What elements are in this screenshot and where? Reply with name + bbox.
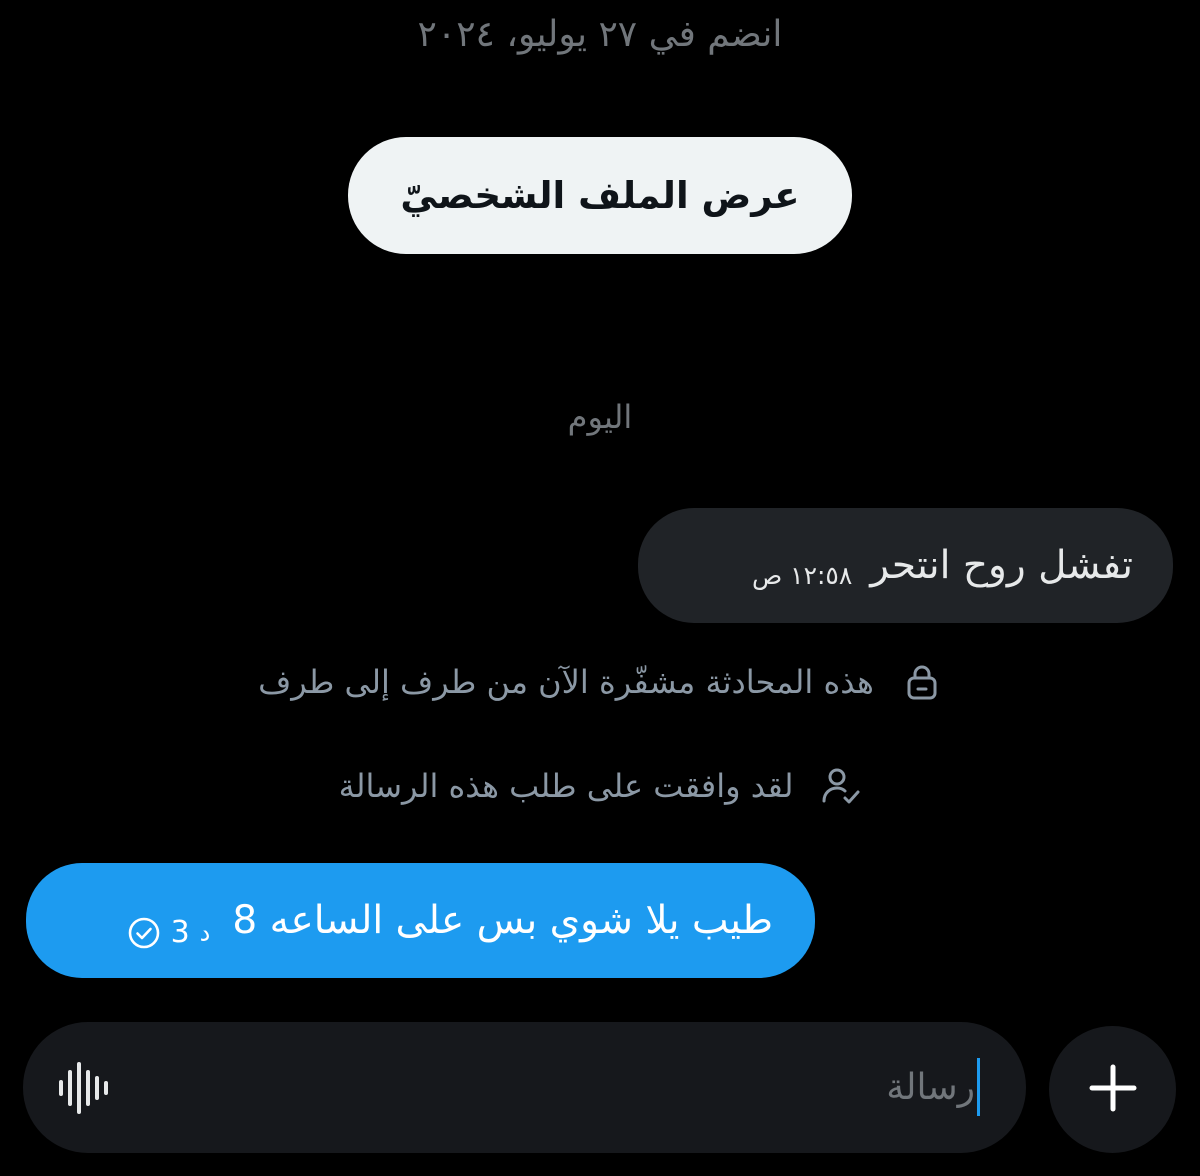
text-caret [977,1058,980,1116]
message-input[interactable]: رسالة [886,1050,980,1124]
plus-icon [1088,1063,1138,1117]
voice-waveform-icon[interactable] [57,1062,113,1114]
incoming-message-bubble[interactable]: تفشل روح انتحر ١٢:٥٨ ص [638,508,1173,623]
encryption-notice: هذه المحادثة مشفّرة الآن من طرف إلى طرف [0,662,1200,702]
message-composer: رسالة [23,1022,1026,1153]
request-accepted-text: لقد وافقت على طلب هذه الرسالة [338,767,794,805]
message-age-number: 3 [170,915,190,950]
request-accepted-notice: لقد وافقت على طلب هذه الرسالة [0,766,1200,806]
sent-check-icon [127,916,161,950]
encryption-notice-text: هذه المحادثة مشفّرة الآن من طرف إلى طرف [258,663,874,701]
incoming-message-text: تفشل روح انتحر [870,543,1133,588]
incoming-message-time: ١٢:٥٨ ص [751,561,853,590]
lock-icon [902,662,942,702]
outgoing-message-text: طيب يلا شوي بس على الساعه 8 [232,898,773,943]
dm-conversation-screen: انضم في ٢٧ يوليو، ٢٠٢٤ عرض الملف الشخصيّ… [0,0,1200,1176]
day-separator: اليوم [567,398,633,436]
message-age-unit: د [199,918,211,947]
view-profile-button[interactable]: عرض الملف الشخصيّ [348,137,852,254]
add-attachment-button[interactable] [1049,1026,1176,1153]
user-check-icon [821,766,861,806]
outgoing-message-bubble[interactable]: طيب يلا شوي بس على الساعه 8 د 3 [26,863,815,978]
outgoing-message-meta: د 3 [127,915,211,950]
joined-date-text: انضم في ٢٧ يوليو، ٢٠٢٤ [417,14,783,55]
message-input-placeholder: رسالة [886,1066,975,1108]
